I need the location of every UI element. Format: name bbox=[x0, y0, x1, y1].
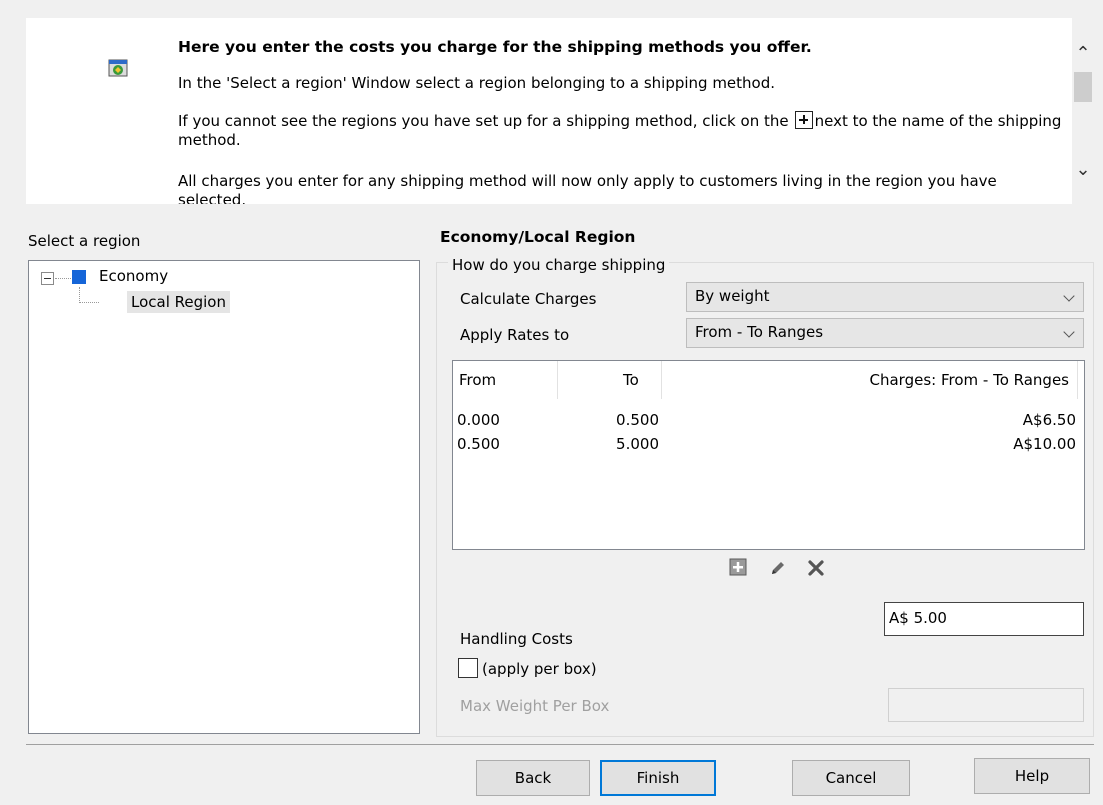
info-line-2-start: If you cannot see the regions you have s… bbox=[178, 112, 789, 130]
section-title: Economy/Local Region bbox=[440, 228, 636, 246]
info-panel: Here you enter the costs you charge for … bbox=[26, 18, 1072, 204]
column-header-charges[interactable]: Charges: From - To Ranges bbox=[829, 371, 1070, 389]
table-cell-to[interactable]: 0.500 bbox=[573, 411, 659, 429]
max-weight-per-box-label: Max Weight Per Box bbox=[460, 697, 610, 715]
wizard-info-icon bbox=[108, 59, 128, 77]
chevron-down-icon bbox=[1063, 290, 1075, 302]
info-line-1: In the 'Select a region' Window select a… bbox=[178, 74, 776, 92]
divider bbox=[26, 744, 1094, 745]
handling-costs-label: Handling Costs bbox=[460, 630, 573, 648]
scroll-up-icon[interactable]: ⌃ bbox=[1072, 44, 1094, 64]
finish-button[interactable]: Finish bbox=[600, 760, 716, 796]
table-cell-from[interactable]: 0.500 bbox=[457, 435, 500, 453]
apply-per-box-label[interactable]: (apply per box) bbox=[482, 660, 597, 678]
calculate-charges-label: Calculate Charges bbox=[460, 290, 597, 308]
table-cell-from[interactable]: 0.000 bbox=[457, 411, 500, 429]
delete-x-icon[interactable] bbox=[806, 558, 826, 578]
help-button[interactable]: Help bbox=[974, 758, 1090, 794]
info-line-3: All charges you enter for any shipping m… bbox=[178, 172, 997, 204]
tree-item-local-region[interactable]: Local Region bbox=[127, 291, 230, 313]
scroll-down-icon[interactable]: ⌄ bbox=[1072, 160, 1094, 180]
column-header-from[interactable]: From bbox=[459, 371, 496, 389]
tree-item-economy[interactable]: Economy bbox=[99, 267, 168, 285]
apply-rates-label: Apply Rates to bbox=[460, 326, 570, 344]
column-separator[interactable] bbox=[661, 361, 662, 399]
table-cell-to[interactable]: 5.000 bbox=[573, 435, 659, 453]
cancel-button[interactable]: Cancel bbox=[792, 760, 910, 796]
tree-connector bbox=[79, 287, 80, 303]
handling-costs-input[interactable]: A$ 5.00 bbox=[884, 602, 1084, 636]
chevron-down-icon bbox=[1063, 326, 1075, 338]
apply-rates-select[interactable]: From - To Ranges bbox=[686, 318, 1084, 348]
column-separator[interactable] bbox=[1077, 361, 1078, 399]
info-line-2: If you cannot see the regions you have s… bbox=[178, 111, 1068, 150]
column-header-to[interactable]: To bbox=[623, 371, 639, 389]
back-button[interactable]: Back bbox=[476, 760, 590, 796]
select-region-label: Select a region bbox=[28, 232, 141, 250]
column-separator[interactable] bbox=[557, 361, 558, 399]
max-weight-per-box-input[interactable] bbox=[888, 688, 1084, 722]
pencil-icon[interactable] bbox=[768, 558, 788, 578]
region-tree[interactable]: Economy Local Region bbox=[28, 260, 420, 734]
tree-connector bbox=[79, 302, 99, 303]
charge-group-legend: How do you charge shipping bbox=[448, 256, 670, 274]
apply-per-box-checkbox[interactable] bbox=[458, 658, 478, 678]
tree-connector bbox=[55, 278, 71, 279]
table-cell-charge[interactable]: A$6.50 bbox=[873, 411, 1076, 429]
apply-rates-value: From - To Ranges bbox=[695, 323, 824, 341]
add-row-icon[interactable] bbox=[729, 558, 747, 576]
collapse-minus-icon[interactable] bbox=[41, 272, 54, 285]
expand-plus-icon bbox=[794, 111, 813, 129]
info-scrollbar-thumb[interactable] bbox=[1074, 72, 1092, 102]
table-cell-charge[interactable]: A$10.00 bbox=[873, 435, 1076, 453]
calculate-charges-value: By weight bbox=[695, 287, 770, 305]
info-heading: Here you enter the costs you charge for … bbox=[178, 38, 812, 56]
rates-table[interactable]: From To Charges: From - To Ranges 0.000 … bbox=[452, 360, 1085, 550]
calculate-charges-select[interactable]: By weight bbox=[686, 282, 1084, 312]
shipping-method-icon bbox=[72, 270, 86, 284]
